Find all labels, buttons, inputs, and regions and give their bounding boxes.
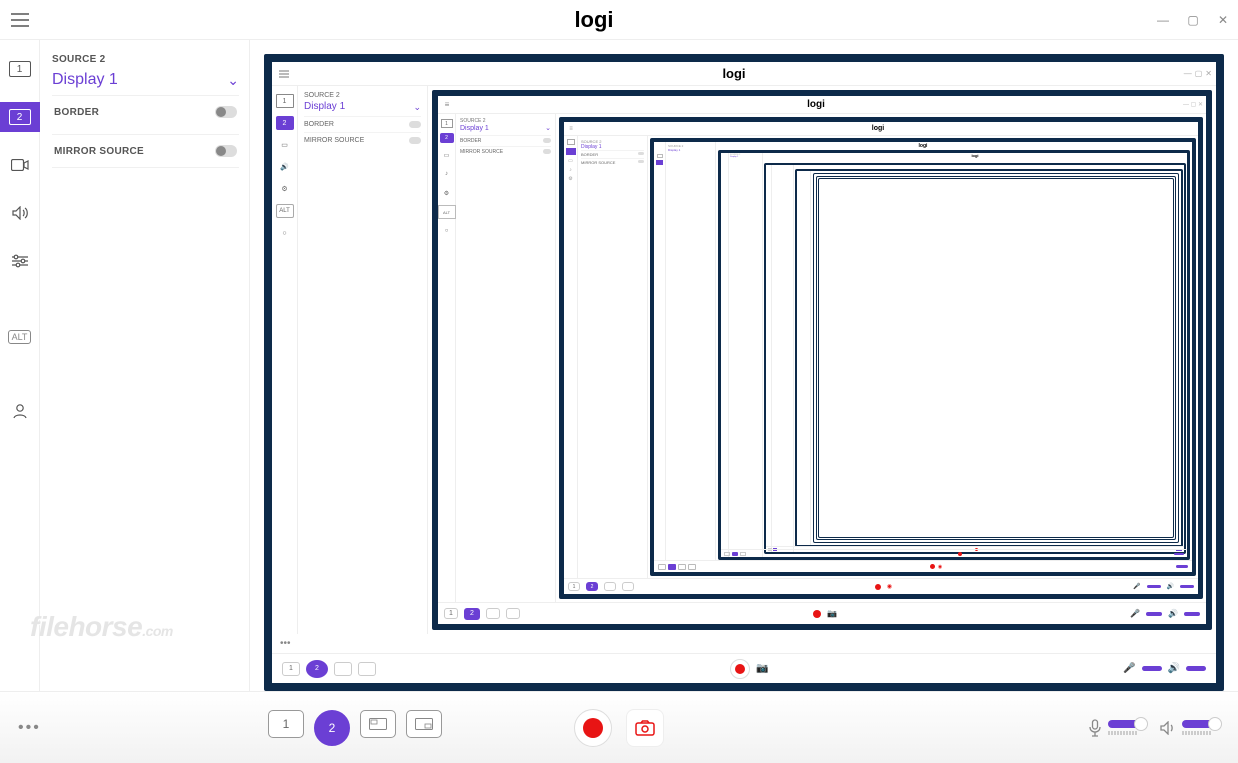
border-label: BORDER [54,107,99,118]
mirror-label: MIRROR SOURCE [54,146,144,157]
source-1-tab[interactable]: 1 [0,54,40,84]
scene-4-button[interactable] [406,710,442,738]
speaker-control[interactable] [1160,720,1220,735]
screenshot-button[interactable] [626,709,664,747]
menu-toggle-button[interactable] [0,0,40,40]
side-panel: SOURCE 2 Display 1 ⌄ BORDER MIRROR SOURC… [40,40,250,691]
audio-controls [1088,719,1220,737]
source-label: SOURCE 2 [52,54,239,65]
preview-area[interactable]: logi —▢✕ 1 2 ▭ 🔊 ⚙ ALT ○ [250,40,1238,691]
border-row: BORDER [52,95,239,128]
mic-volume-slider[interactable] [1108,720,1146,728]
mic-control[interactable] [1088,719,1146,737]
chevron-down-icon: ⌄ [227,72,239,89]
main-area: 1 2 ALT SOURCE 2 Display 1 ⌄ BORDER [0,40,1238,691]
speaker-icon [1160,721,1176,735]
camera-icon[interactable] [0,150,40,180]
source-2-tab[interactable]: 2 [0,102,40,132]
source-title: Display 1 [52,71,118,89]
window-controls: — ▢ ✕ [1148,5,1238,35]
mic-icon [1088,719,1102,737]
titlebar: logi — ▢ ✕ [0,0,1238,40]
minimize-button[interactable]: — [1148,5,1178,35]
close-button[interactable]: ✕ [1208,5,1238,35]
scene-switcher: 1 2 [268,710,442,746]
mirror-toggle[interactable] [215,145,237,157]
profile-icon[interactable] [0,396,40,426]
audio-icon[interactable] [0,198,40,228]
border-toggle[interactable] [215,106,237,118]
more-options-button[interactable]: ••• [18,719,41,737]
record-button[interactable] [574,709,612,747]
mirror-row: MIRROR SOURCE [52,134,239,168]
record-controls [574,709,664,747]
record-icon [583,718,603,738]
logo-wrap: logi [40,7,1148,33]
capture-preview-frame: logi —▢✕ 1 2 ▭ 🔊 ⚙ ALT ○ [264,54,1224,691]
scene-3-button[interactable] [360,710,396,738]
left-rail: 1 2 ALT [0,40,40,691]
maximize-button[interactable]: ▢ [1178,5,1208,35]
nested-logo: logi [296,66,1172,81]
speaker-volume-slider[interactable] [1182,720,1220,728]
bottom-bar: ••• 1 2 [0,691,1238,763]
scene-2-button[interactable]: 2 [314,710,350,746]
source-select-row[interactable]: Display 1 ⌄ [52,71,239,89]
brand-logo: logi [574,7,613,33]
alt-key-icon[interactable]: ALT [0,322,40,352]
scene-1-button[interactable]: 1 [268,710,304,738]
adjustments-icon[interactable] [0,246,40,276]
content-area: logi —▢✕ 1 2 ▭ 🔊 ⚙ ALT ○ [250,40,1238,691]
